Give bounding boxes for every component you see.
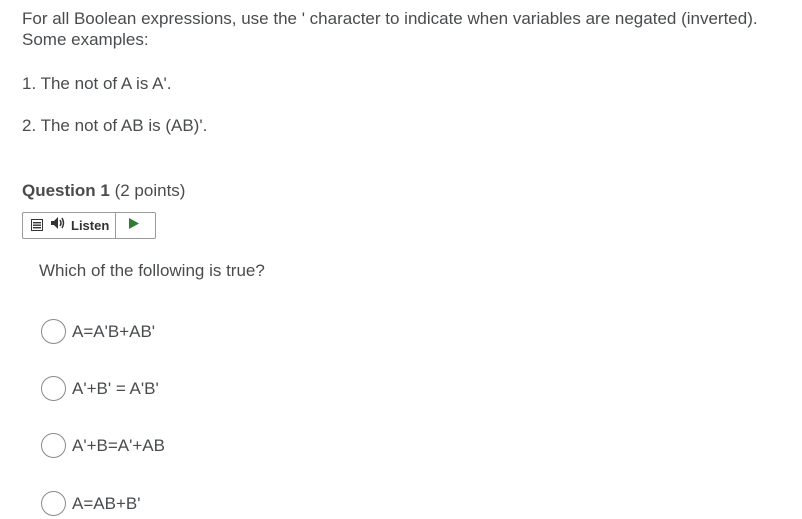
example-2: 2. The not of AB is (AB)'. bbox=[22, 116, 208, 135]
question-number: Question 1 bbox=[22, 181, 110, 200]
answer-option[interactable]: A=AB+B' bbox=[41, 491, 140, 516]
play-button[interactable] bbox=[116, 213, 152, 238]
question-header: Question 1 (2 points) bbox=[22, 180, 185, 201]
listen-widget: Listen bbox=[22, 212, 156, 239]
menu-icon[interactable] bbox=[27, 218, 45, 233]
example-1: 1. The not of A is A'. bbox=[22, 74, 172, 93]
option-label: A'+B=A'+AB bbox=[72, 435, 165, 455]
radio-button[interactable] bbox=[41, 376, 66, 401]
listen-button[interactable]: Listen bbox=[23, 213, 117, 238]
answer-option[interactable]: A'+B' = A'B' bbox=[41, 376, 159, 401]
radio-button[interactable] bbox=[41, 491, 66, 516]
answer-option[interactable]: A=A'B+AB' bbox=[41, 319, 155, 344]
instructions-text: For all Boolean expressions, use the ' c… bbox=[22, 9, 758, 49]
radio-button[interactable] bbox=[41, 433, 66, 458]
question-prompt: Which of the following is true? bbox=[39, 261, 265, 280]
option-label: A'+B' = A'B' bbox=[72, 378, 159, 398]
play-icon bbox=[128, 217, 140, 235]
answer-option[interactable]: A'+B=A'+AB bbox=[41, 433, 165, 458]
listen-label: Listen bbox=[71, 218, 110, 233]
question-points: (2 points) bbox=[114, 181, 186, 200]
speaker-icon bbox=[50, 216, 66, 235]
radio-button[interactable] bbox=[41, 319, 66, 344]
option-label: A=A'B+AB' bbox=[72, 321, 156, 341]
option-label: A=AB+B' bbox=[72, 493, 141, 513]
